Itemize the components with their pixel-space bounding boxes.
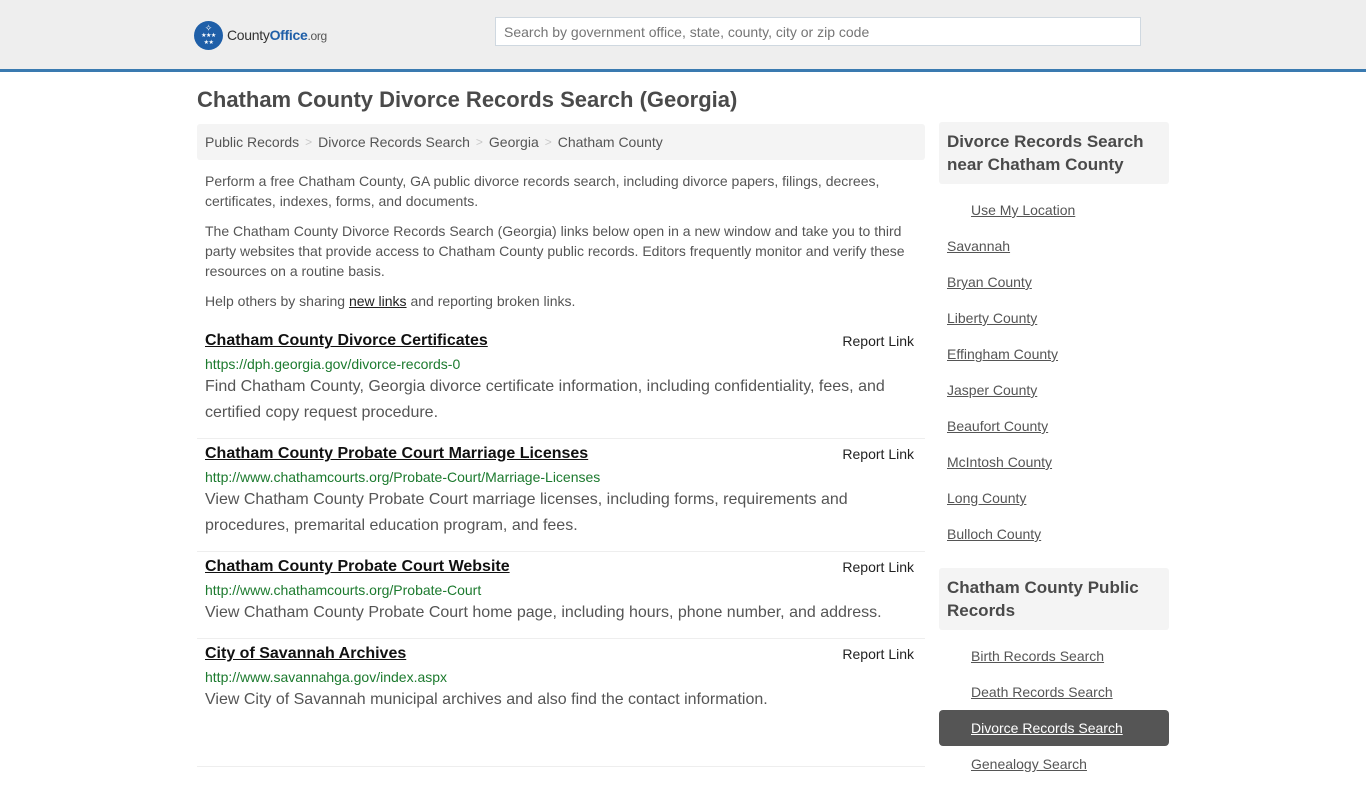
- result-item: Chatham County Divorce Certificates Repo…: [197, 326, 925, 439]
- logo-wordmark: CountyOffice.org: [227, 27, 327, 43]
- nearby-list: Use My Location Savannah Bryan County Li…: [939, 184, 1169, 568]
- breadcrumb-separator: >: [475, 135, 483, 149]
- results-list: Chatham County Divorce Certificates Repo…: [197, 326, 925, 725]
- breadcrumb-georgia[interactable]: Georgia: [489, 134, 539, 150]
- share-links-paragraph: Help others by sharing new links and rep…: [205, 293, 576, 309]
- breadcrumb-separator: >: [305, 135, 313, 149]
- nearby-item-bryan-county[interactable]: Bryan County: [947, 264, 1161, 300]
- nearby-item-liberty-county[interactable]: Liberty County: [947, 300, 1161, 336]
- eagle-stars-icon: ✧ ★★★ ★★: [194, 20, 223, 50]
- public-records-list: Birth Records Search Death Records Searc…: [939, 630, 1169, 798]
- breadcrumb-public-records[interactable]: Public Records: [205, 134, 299, 150]
- public-records-heading: Chatham County Public Records: [939, 568, 1169, 630]
- sidebar-item-birth-records[interactable]: Birth Records Search: [947, 638, 1161, 674]
- intro-paragraph: Perform a free Chatham County, GA public…: [205, 173, 880, 209]
- new-links-link[interactable]: new links: [349, 293, 407, 309]
- nearby-item-mcintosh-county[interactable]: McIntosh County: [947, 444, 1161, 480]
- divider: [197, 766, 925, 767]
- result-url[interactable]: https://dph.georgia.gov/divorce-records-…: [205, 354, 917, 374]
- sidebar-item-death-records[interactable]: Death Records Search: [947, 674, 1161, 710]
- sidebar-item-divorce-records[interactable]: Divorce Records Search: [939, 710, 1169, 746]
- breadcrumb: Public Records > Divorce Records Search …: [197, 124, 925, 160]
- nearby-item-jasper-county[interactable]: Jasper County: [947, 372, 1161, 408]
- report-link-button[interactable]: Report Link: [842, 646, 914, 662]
- report-link-button[interactable]: Report Link: [842, 446, 914, 462]
- result-title-link[interactable]: Chatham County Divorce Certificates: [205, 331, 488, 351]
- site-logo[interactable]: ✧ ★★★ ★★ CountyOffice.org: [194, 20, 327, 50]
- sidebar: Divorce Records Search near Chatham Coun…: [939, 122, 1169, 798]
- breadcrumb-separator: >: [544, 135, 552, 149]
- result-description: View Chatham County Probate Court home p…: [205, 604, 882, 621]
- result-item: Chatham County Probate Court Marriage Li…: [197, 439, 925, 552]
- result-description: Find Chatham County, Georgia divorce cer…: [205, 378, 885, 421]
- site-header: ✧ ★★★ ★★ CountyOffice.org: [0, 0, 1366, 72]
- nearby-item-beaufort-county[interactable]: Beaufort County: [947, 408, 1161, 444]
- nearby-item-savannah[interactable]: Savannah: [947, 228, 1161, 264]
- report-link-button[interactable]: Report Link: [842, 559, 914, 575]
- result-description: View City of Savannah municipal archives…: [205, 691, 768, 708]
- result-item: City of Savannah Archives Report Link ht…: [197, 639, 925, 725]
- nearby-item-effingham-county[interactable]: Effingham County: [947, 336, 1161, 372]
- page-title: Chatham County Divorce Records Search (G…: [197, 87, 738, 112]
- nearby-heading: Divorce Records Search near Chatham Coun…: [939, 122, 1169, 184]
- intro-text: Perform a free Chatham County, GA public…: [205, 171, 917, 321]
- report-link-button[interactable]: Report Link: [842, 333, 914, 349]
- nearby-item-long-county[interactable]: Long County: [947, 480, 1161, 516]
- intro-paragraph: The Chatham County Divorce Records Searc…: [205, 223, 905, 279]
- breadcrumb-chatham-county[interactable]: Chatham County: [558, 134, 663, 150]
- result-title-link[interactable]: City of Savannah Archives: [205, 644, 406, 664]
- result-description: View Chatham County Probate Court marria…: [205, 491, 848, 534]
- sidebar-item-genealogy[interactable]: Genealogy Search: [947, 746, 1161, 782]
- result-url[interactable]: http://www.savannahga.gov/index.aspx: [205, 667, 917, 687]
- search-input[interactable]: [495, 17, 1141, 46]
- use-my-location-link[interactable]: Use My Location: [947, 192, 1161, 228]
- result-title-link[interactable]: Chatham County Probate Court Marriage Li…: [205, 444, 588, 464]
- nearby-item-bulloch-county[interactable]: Bulloch County: [947, 516, 1161, 552]
- result-url[interactable]: http://www.chathamcourts.org/Probate-Cou…: [205, 580, 917, 600]
- result-url[interactable]: http://www.chathamcourts.org/Probate-Cou…: [205, 467, 917, 487]
- breadcrumb-divorce-records-search[interactable]: Divorce Records Search: [318, 134, 470, 150]
- result-item: Chatham County Probate Court Website Rep…: [197, 552, 925, 639]
- result-title-link[interactable]: Chatham County Probate Court Website: [205, 557, 510, 577]
